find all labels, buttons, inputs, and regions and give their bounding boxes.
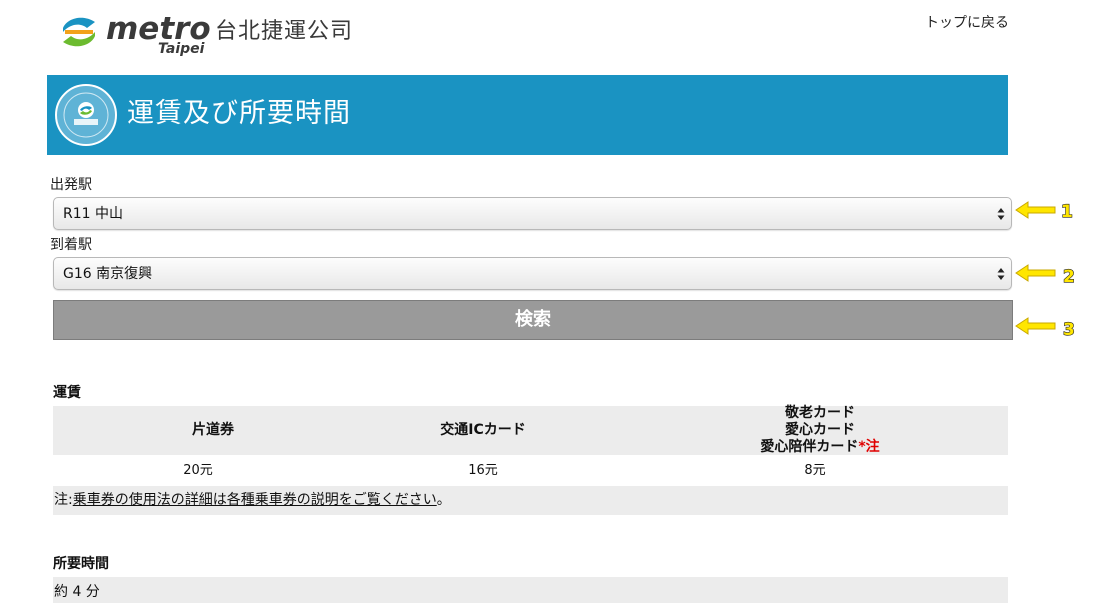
fare-values-row: 20元 16元 8元: [53, 458, 1008, 484]
select-arrows-icon: [997, 208, 1005, 220]
select-arrows-icon: [997, 268, 1005, 280]
departure-label: 出発駅: [50, 177, 92, 193]
fare-value-ic-card: 16元: [468, 463, 498, 478]
annotation-arrow-3: 3: [1015, 317, 1075, 338]
fare-header-line: 敬老カード: [785, 405, 855, 421]
duration-row: 約 4 分: [53, 577, 1008, 603]
fare-header-line: 片道券: [192, 422, 234, 438]
metro-emblem-icon: [55, 84, 117, 146]
duration-section-title: 所要時間: [53, 556, 109, 572]
annotation-number-2: 2: [1063, 267, 1075, 285]
fare-header-line: 愛心カード: [785, 422, 855, 438]
fare-section-title: 運賃: [53, 385, 81, 401]
arrival-label: 到着駅: [50, 237, 92, 253]
fare-note: 注:乗車券の使用法の詳細は各種乗車券の説明をご覧ください。: [53, 486, 1008, 515]
arrival-station-value: G16 南京復興: [63, 266, 153, 282]
fare-note-prefix: 注:: [54, 492, 73, 508]
fare-value-single-ticket: 20元: [183, 463, 213, 478]
fare-header-line-with-marker: 愛心陪伴カード*注: [760, 439, 879, 456]
search-button[interactable]: 検索: [53, 300, 1013, 340]
duration-value: 約 4 分: [54, 584, 100, 600]
fare-header-line: 愛心陪伴カード: [760, 439, 859, 455]
back-to-top-link[interactable]: トップに戻る: [925, 14, 1009, 32]
page-banner: 運賃及び所要時間: [47, 75, 1008, 155]
note-marker: *注: [858, 439, 880, 455]
logo-company-name: 台北捷運公司: [215, 19, 354, 44]
annotation-number-1: 1: [1061, 202, 1073, 222]
arrival-station-select[interactable]: G16 南京復興: [53, 257, 1012, 290]
annotation-number-3: 3: [1063, 320, 1075, 338]
metro-logo-icon: [58, 11, 100, 53]
fare-value-concession: 8元: [804, 463, 826, 478]
ticket-usage-link[interactable]: 乗車券の使用法の詳細は各種乗車券の説明をご覧ください: [73, 492, 437, 508]
logo-taipei-text: Taipei: [158, 41, 205, 57]
fare-table-header: 片道券 交通ICカード 敬老カード 愛心カード 愛心陪伴カード*注: [53, 405, 1008, 456]
fare-column-header-ic-card: 交通ICカード: [323, 406, 643, 455]
departure-station-value: R11 中山: [63, 206, 123, 222]
metro-taipei-logo[interactable]: metro Taipei 台北捷運公司: [57, 10, 387, 60]
fare-note-suffix: 。: [436, 492, 451, 508]
fare-header-line: 交通ICカード: [440, 422, 526, 438]
page-title: 運賃及び所要時間: [127, 98, 351, 129]
annotation-arrow-2: 2: [1015, 264, 1075, 285]
fare-column-header-concession: 敬老カード 愛心カード 愛心陪伴カード*注: [660, 405, 980, 456]
departure-station-select[interactable]: R11 中山: [53, 197, 1012, 230]
annotation-arrow-1: 1: [1015, 201, 1073, 222]
